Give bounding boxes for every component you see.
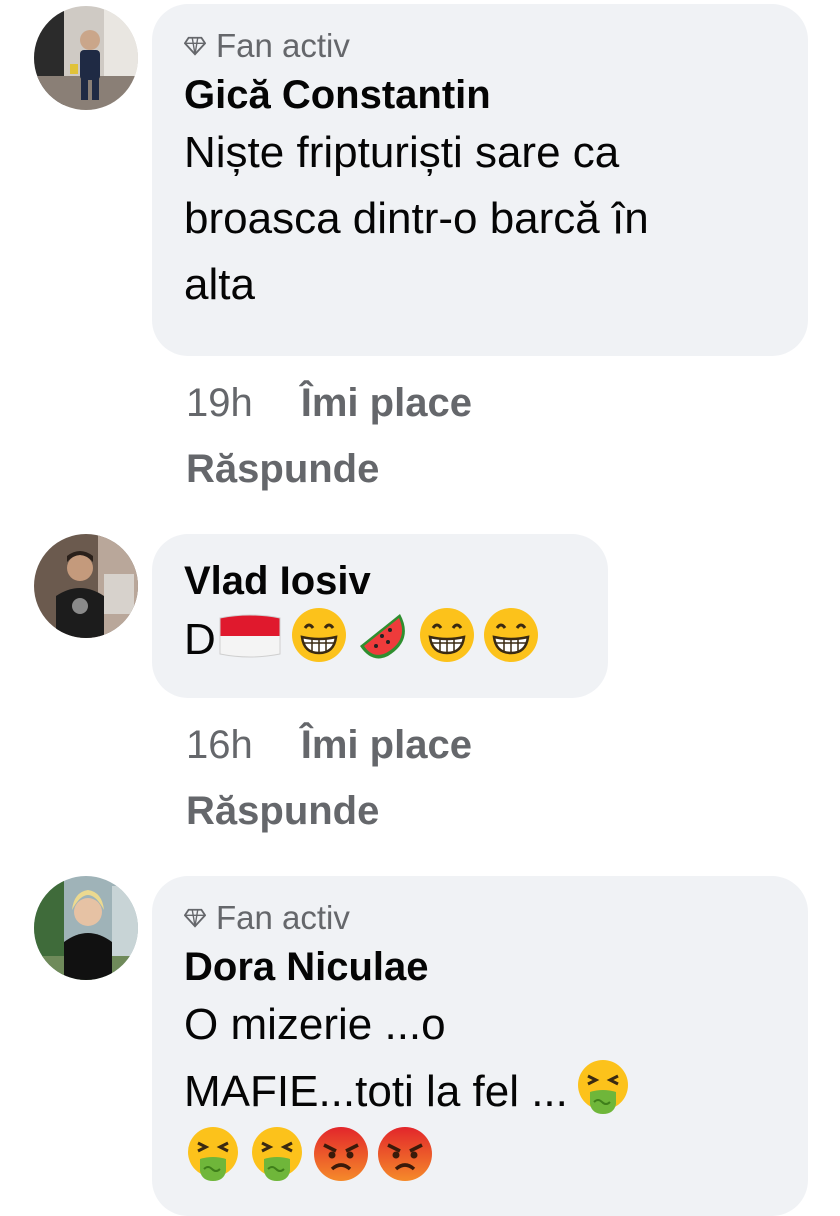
comment-text-line: Niște fripturiști sare ca — [184, 128, 620, 177]
angry-face-icon — [312, 1125, 370, 1183]
grinning-face-icon — [482, 606, 540, 664]
vomiting-face-icon — [184, 1125, 242, 1183]
like-button[interactable]: Îmi place — [301, 712, 472, 778]
comment-text-line — [178, 1125, 776, 1192]
author-name[interactable]: Gică Constantin — [184, 70, 776, 120]
flag-indonesia-icon — [216, 612, 284, 660]
fan-badge: Fan activ — [184, 898, 776, 938]
vomiting-face-icon — [248, 1125, 306, 1183]
author-name[interactable]: Vlad Iosiv — [184, 556, 576, 606]
comment-text-line: alta — [184, 260, 255, 309]
comment-text: D — [184, 606, 576, 671]
timestamp[interactable]: 16h — [186, 723, 253, 767]
author-name[interactable]: Dora Niculae — [184, 942, 776, 992]
comment-text-segment: MAFIE...toti la fel ... — [184, 1067, 568, 1116]
avatar-photo-icon — [34, 534, 138, 638]
comment-actions: 19h Îmi place Răspunde — [186, 370, 566, 502]
timestamp[interactable]: 19h — [186, 381, 253, 425]
comment-bubble: Vlad Iosiv D — [152, 534, 608, 698]
badge-label: Fan activ — [216, 899, 350, 936]
comment-text: O mizerie ...o MAFIE...toti la fel ... — [184, 992, 776, 1192]
avatar[interactable] — [34, 876, 138, 980]
grinning-face-icon — [290, 606, 348, 664]
comment-text-line: broasca dintr-o barcă în — [184, 194, 649, 243]
comment-bubble: Fan activ Dora Niculae O mizerie ...o MA… — [152, 876, 808, 1216]
watermelon-icon — [354, 606, 412, 664]
reply-button[interactable]: Răspunde — [186, 436, 566, 502]
fan-badge: Fan activ — [184, 26, 776, 66]
vomiting-face-icon — [574, 1058, 632, 1116]
avatar-photo-icon — [34, 876, 138, 980]
comment-bubble: Fan activ Gică Constantin Niște fripturi… — [152, 4, 808, 356]
comment-text-line: O mizerie ...o — [184, 1000, 446, 1049]
avatar[interactable] — [34, 534, 138, 638]
comment-text-prefix: D — [184, 615, 216, 664]
comment-text: Niște fripturiști sare ca broasca dintr-… — [184, 120, 776, 318]
grinning-face-icon — [418, 606, 476, 664]
diamond-icon — [184, 908, 206, 928]
angry-face-icon — [376, 1125, 434, 1183]
reply-button[interactable]: Răspunde — [186, 778, 566, 844]
badge-label: Fan activ — [216, 27, 350, 64]
like-button[interactable]: Îmi place — [301, 370, 472, 436]
avatar[interactable] — [34, 6, 138, 110]
comment-actions: 16h Îmi place Răspunde — [186, 712, 566, 844]
comment-text-line: MAFIE...toti la fel ... — [184, 1058, 776, 1125]
avatar-photo-icon — [34, 6, 138, 110]
diamond-icon — [184, 36, 206, 56]
